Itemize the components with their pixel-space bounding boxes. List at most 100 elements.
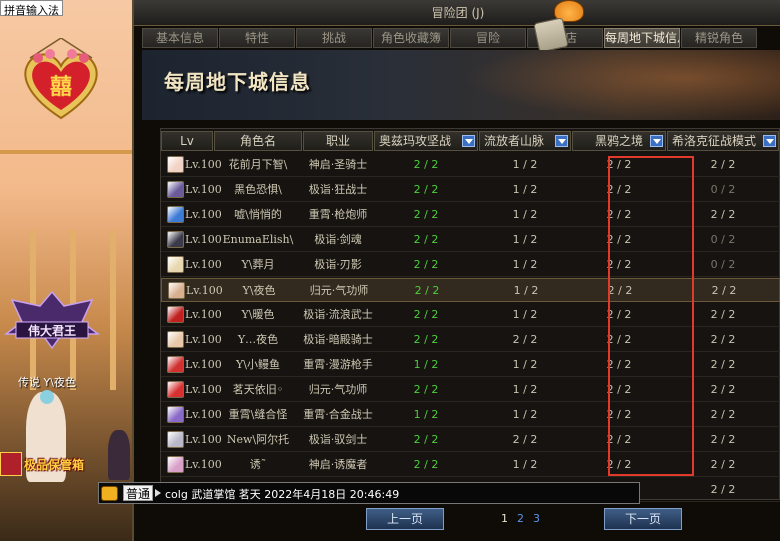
exile-count-cell: 1 / 2 [512,358,538,371]
character-name-cell: Y…夜色 [237,333,279,346]
banner: 每周地下城信息 [142,50,780,120]
ozma-count-cell: 2 / 2 [413,158,439,171]
ozma-count-cell: 2 / 2 [413,308,439,321]
banner-title: 每周地下城信息 [164,70,311,94]
tab-elite-characters[interactable]: 精锐角色 [681,28,757,48]
character-name-cell: EnumaElish\ [222,233,294,246]
exile-count-cell: 1 / 2 [512,408,538,421]
job-cell: 极诣·狂战士 [308,183,368,196]
job-cell: 归元·气功师 [308,383,368,396]
npc-sprite [108,430,130,480]
dropdown-arrow-icon[interactable] [462,135,475,147]
character-avatar-icon [167,431,184,448]
job-cell: 神启·圣骑士 [308,158,368,171]
chat-message: colg 武道掌馆 茗天 2022年4月18日 20:46:49 [165,488,400,501]
ozma-count-cell: 2 / 2 [413,258,439,271]
character-name-cell: 黑色恐惧\ [234,183,282,196]
character-avatar-icon [167,181,184,198]
column-header-lv: Lv [161,131,213,151]
next-page-button[interactable]: 下一页 [604,508,682,530]
tab-bar: 基本信息 特性 挑战 角色收藏簿 冒险 商店 每周地下城信息 精锐角色 [142,28,758,48]
tab-basic-info[interactable]: 基本信息 [142,28,218,48]
character-avatar-icon [167,306,184,323]
tab-challenge[interactable]: 挑战 [296,28,372,48]
page-number[interactable]: 1 [501,512,508,525]
ozma-count-cell: 2 / 2 [413,333,439,346]
ozma-count-cell: 1 / 2 [413,408,439,421]
page-number[interactable]: 3 [533,512,540,525]
exile-count-cell: 1 / 2 [512,258,538,271]
ozma-count-cell: 2 / 2 [413,433,439,446]
exile-count-cell: 1 / 2 [512,233,538,246]
prev-page-button[interactable]: 上一页 [366,508,444,530]
character-avatar-icon [167,331,184,348]
window-titlebar[interactable]: 冒险团 (J) [134,0,780,26]
dropdown-arrow-icon[interactable] [650,135,663,147]
guild-badge-icon: 伟大君王 [3,290,101,350]
job-cell: 重霄·枪炮师 [308,208,368,221]
character-avatar-icon [167,356,184,373]
ozma-count-cell: 2 / 2 [413,458,439,471]
wall-rail [0,150,132,154]
pillar [110,230,116,390]
character-name-cell: 诱˜ [249,458,267,471]
ozma-count-cell: 2 / 2 [413,208,439,221]
ozma-count-cell: 2 / 2 [413,233,439,246]
character-avatar-icon [167,256,184,273]
storage-box-label[interactable]: 极品保管箱 [24,456,84,473]
gift-box-icon [0,452,22,476]
character-avatar-icon [167,231,184,248]
tab-character-collection[interactable]: 角色收藏簿 [373,28,449,48]
svg-text:伟大君王: 伟大君王 [28,323,76,338]
exile-count-cell: 2 / 2 [512,333,538,346]
character-avatar-icon [167,156,184,173]
character-name-cell: 重霄\缝合怪 [228,408,288,421]
exile-count-cell: 2 / 2 [512,433,538,446]
job-cell: 重霄·漫游枪手 [303,358,373,371]
character-name-cell: Y\小鳗鱼 [236,358,280,371]
column-header-ozma[interactable]: 奥兹玛攻坚战 [374,131,478,151]
character-head [40,390,54,404]
dropdown-arrow-icon[interactable] [763,135,776,147]
character-avatar-icon [167,206,184,223]
chat-channel-selector[interactable]: 普通 [123,485,154,501]
ozma-count-cell: 1 / 2 [413,358,439,371]
job-cell: 极诣·驭剑士 [308,433,368,446]
character-name-cell: Y\葬月 [241,258,275,271]
job-cell: 极诣·流浪武士 [303,308,373,321]
column-header-sirocco[interactable]: 希洛克征战模式 [667,131,779,151]
chat-arrow-icon [155,489,161,497]
adventure-group-window: 冒险团 (J) 基本信息 特性 挑战 角色收藏簿 冒险 商店 每周地下城信息 精… [132,0,780,541]
tab-weekly-dungeon[interactable]: 每周地下城信息 [604,28,680,48]
job-cell: 神启·诱魔者 [308,458,368,471]
sirocco-count-cell: 2 / 2 [710,483,736,496]
column-header-job: 职业 [303,131,373,151]
character-name-cell: New\阿尔托 [226,433,290,446]
ime-indicator: 拼音输入法 [0,0,63,17]
page-number[interactable]: 2 [517,512,524,525]
tab-adventure[interactable]: 冒险 [450,28,526,48]
tab-traits[interactable]: 特性 [219,28,295,48]
chat-emoji-icon[interactable] [101,486,118,501]
column-header-exile[interactable]: 流放者山脉 [479,131,571,151]
game-scene: 囍 伟大君王 拼音输入法 传说 Y\夜色 极品保管箱 [0,0,132,541]
dropdown-arrow-icon[interactable] [555,135,568,147]
exile-count-cell: 1 / 2 [512,158,538,171]
chat-bar[interactable]: 普通 colg 武道掌馆 茗天 2022年4月18日 20:46:49 [98,482,640,504]
character-name-cell: Y\夜色 [242,284,276,297]
character-name-cell: 花前月下智\ [228,158,288,171]
column-header-name: 角色名 [214,131,302,151]
exile-count-cell: 1 / 2 [512,308,538,321]
job-cell: 极诣·刃影 [314,258,362,271]
pagination: 上一页 1 2 3 下一页 [132,505,780,541]
job-cell: 归元·气功师 [309,284,369,297]
player-name-label: 传说 Y\夜色 [18,376,76,389]
job-cell: 极诣·剑魂 [314,233,362,246]
table-header: Lv 角色名 职业 奥兹玛攻坚战 流放者山脉 黑鸦之境 希洛克征战模式 [161,131,780,151]
column-header-black-crow[interactable]: 黑鸦之境 [572,131,666,151]
ozma-count-cell: 2 / 2 [413,383,439,396]
exile-count-cell: 1 / 2 [512,183,538,196]
character-avatar-icon [168,282,185,299]
exile-count-cell: 1 / 2 [512,458,538,471]
character-name-cell: 嘘\悄悄的 [234,208,282,221]
